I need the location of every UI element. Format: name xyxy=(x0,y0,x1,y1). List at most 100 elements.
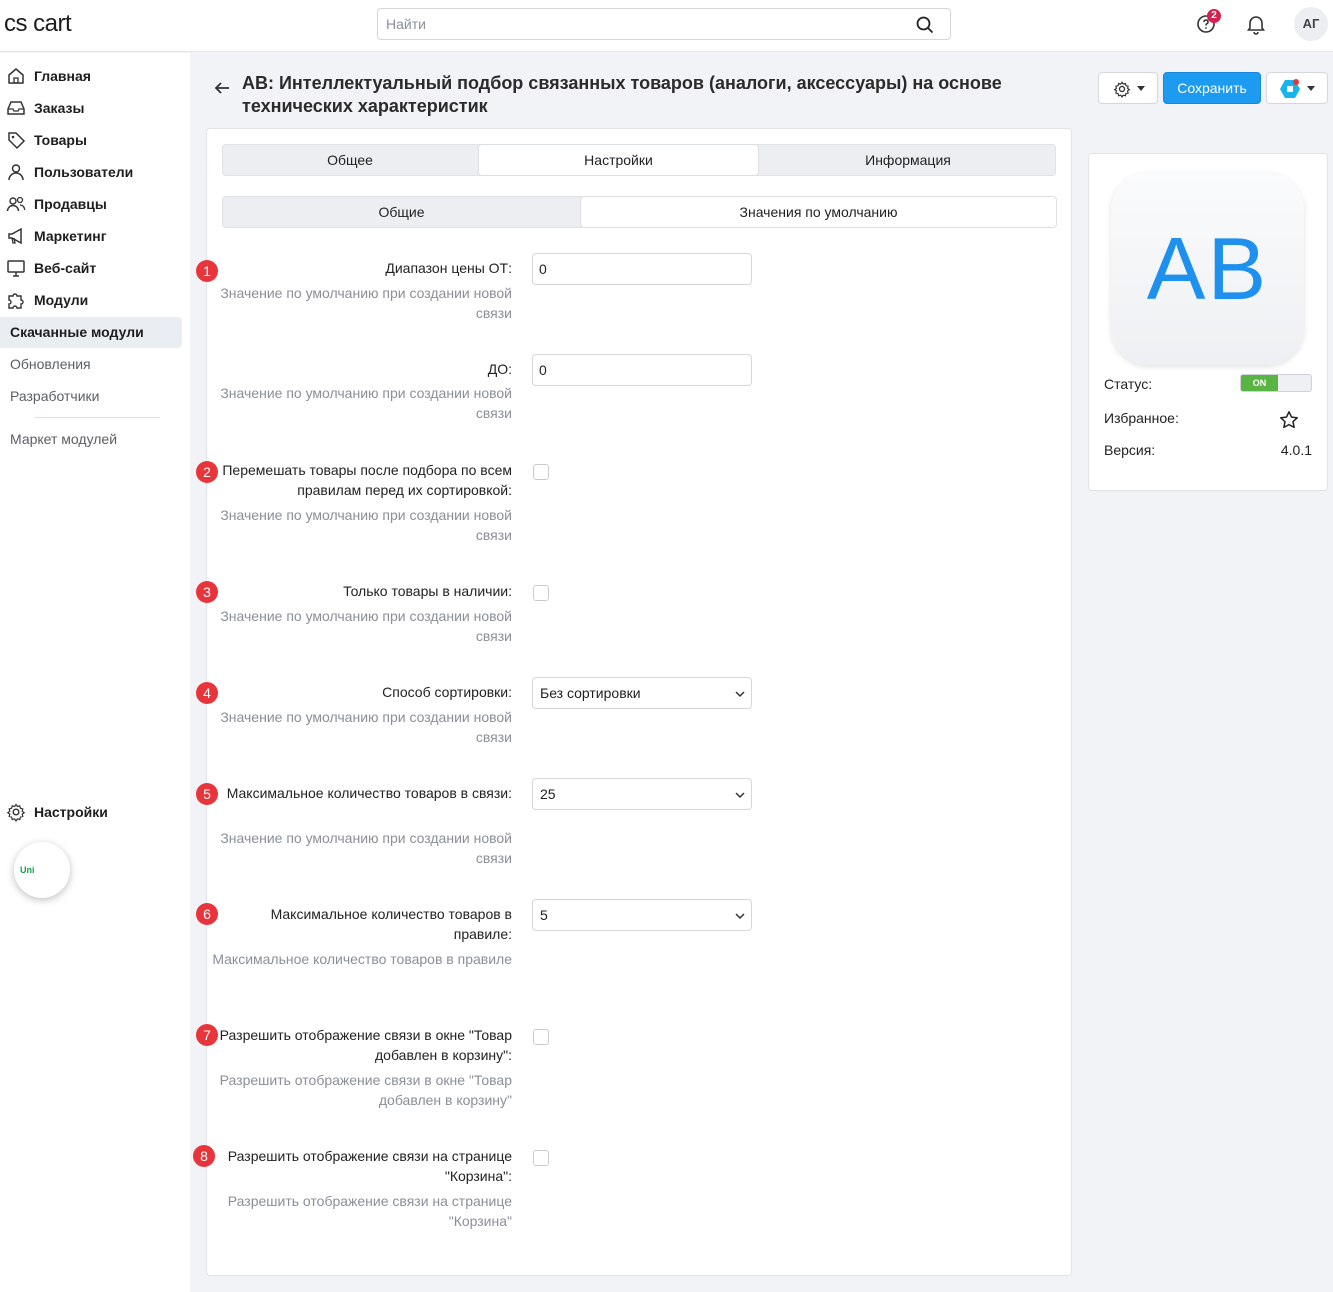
setting-label: Максимальное количество товаров в правил… xyxy=(270,906,512,942)
sidebar-item-label: Настройки xyxy=(34,804,108,820)
in-stock-only-checkbox[interactable] xyxy=(533,585,549,601)
inbox-icon xyxy=(7,101,25,115)
sidebar-item-label: Пользователи xyxy=(34,164,134,180)
sidebar-item-label: Заказы xyxy=(34,100,85,116)
tab-general[interactable]: Общее xyxy=(223,145,477,175)
tab-information[interactable]: Информация xyxy=(759,145,1057,175)
setting-label: Способ сортировки: xyxy=(382,684,512,700)
sidebar-item-users[interactable]: Пользователи xyxy=(6,158,133,186)
addon-logo: AB xyxy=(1111,172,1304,365)
page-title: АВ: Интеллектуальный подбор связанных то… xyxy=(242,73,1002,116)
search-input[interactable] xyxy=(378,9,898,39)
search-box[interactable] xyxy=(377,8,951,40)
gear-icon xyxy=(1113,81,1131,98)
sidebar-item-label: Товары xyxy=(34,132,87,148)
price-from-input[interactable] xyxy=(532,253,752,285)
sidebar-subitem-developers[interactable]: Разработчики xyxy=(10,388,99,404)
tag-icon xyxy=(8,132,26,150)
setting-hint: Значение по умолчанию при создании новой… xyxy=(220,285,512,321)
setting-label: Разрешить отображение связи в окне "Това… xyxy=(219,1027,512,1063)
megaphone-icon xyxy=(8,227,22,245)
settings-dropdown-button[interactable] xyxy=(1098,72,1158,104)
status-label: Статус: xyxy=(1104,376,1153,392)
show-on-cart-page-checkbox[interactable] xyxy=(533,1150,549,1166)
setting-label: Только товары в наличии: xyxy=(343,583,512,599)
sidebar-item-label: Главная xyxy=(34,68,91,84)
sidebar: Главная Заказы Товары Пользователи Прода… xyxy=(0,53,190,1292)
setting-label: Максимальное количество товаров в связи: xyxy=(226,785,512,801)
sub-tabs: Общие Значения по умолчанию xyxy=(222,196,1057,228)
sidebar-item-vendors[interactable]: Продавцы xyxy=(6,190,107,218)
sidebar-item-label: Веб-сайт xyxy=(34,260,97,276)
sidebar-item-settings[interactable]: Настройки xyxy=(6,798,108,826)
sidebar-divider xyxy=(34,417,160,418)
version-label: Версия: xyxy=(1104,442,1156,458)
setting-hint: Значение по умолчанию при создании новой… xyxy=(220,709,512,745)
users-icon xyxy=(6,196,26,212)
save-button[interactable]: Сохранить xyxy=(1163,72,1261,104)
top-bar: cs cart 2 АГ xyxy=(0,0,1333,52)
sidebar-item-home[interactable]: Главная xyxy=(6,62,91,90)
setting-label: ДО: xyxy=(487,361,512,377)
setting-hint: Значение по умолчанию при создании новой… xyxy=(220,608,512,644)
avatar[interactable]: АГ xyxy=(1294,7,1328,41)
hexagon-logo-icon xyxy=(1280,79,1300,98)
monitor-icon xyxy=(7,260,25,277)
sidebar-subitem-marketplace[interactable]: Маркет модулей xyxy=(10,431,117,447)
caret-down-icon xyxy=(1137,86,1145,91)
select-value: 5 xyxy=(540,907,548,923)
version-value: 4.0.1 xyxy=(1280,442,1312,458)
status-toggle-on: ON xyxy=(1241,375,1278,391)
search-icon[interactable] xyxy=(916,16,934,34)
setting-hint: Максимальное количество товаров в правил… xyxy=(212,951,512,967)
setting-hint: Значение по умолчанию при создании новой… xyxy=(220,830,512,866)
bell-icon[interactable] xyxy=(1244,12,1268,36)
sort-method-select[interactable]: Без сортировки xyxy=(532,677,752,709)
show-in-added-to-cart-checkbox[interactable] xyxy=(533,1029,549,1045)
home-icon xyxy=(8,68,24,84)
addon-menu-button[interactable] xyxy=(1266,72,1328,104)
chevron-down-icon xyxy=(735,691,745,698)
sidebar-item-orders[interactable]: Заказы xyxy=(6,94,84,122)
sidebar-subitem-downloaded-addons[interactable]: Скачанные модули xyxy=(0,317,182,348)
logo[interactable]: cs cart xyxy=(4,10,72,38)
setting-label: Разрешить отображение связи на странице … xyxy=(227,1148,512,1184)
setting-hint: Разрешить отображение связи на странице … xyxy=(227,1193,512,1229)
chevron-down-icon xyxy=(735,792,745,799)
sidebar-item-label: Продавцы xyxy=(34,196,107,212)
main-tabs: Общее Настройки Информация xyxy=(222,144,1056,176)
star-icon[interactable] xyxy=(1279,410,1299,430)
sidebar-item-label: Модули xyxy=(34,292,89,308)
back-arrow-icon[interactable] xyxy=(212,78,232,98)
select-value: Без сортировки xyxy=(540,685,641,701)
setting-label: Диапазон цены ОТ: xyxy=(385,260,512,276)
notification-badge: 2 xyxy=(1207,9,1221,23)
sidebar-subitem-label: Скачанные модули xyxy=(10,324,144,340)
select-value: 25 xyxy=(540,786,556,802)
price-to-input[interactable] xyxy=(532,354,752,386)
max-products-in-link-select[interactable]: 25 xyxy=(532,778,752,810)
chevron-down-icon xyxy=(735,913,745,920)
setting-hint: Значение по умолчанию при создании новой… xyxy=(220,507,512,543)
status-toggle[interactable]: ON xyxy=(1240,374,1312,392)
sidebar-item-addons[interactable]: Модули xyxy=(6,286,88,314)
sidebar-item-marketing[interactable]: Маркетинг xyxy=(6,222,107,250)
tab-settings[interactable]: Настройки xyxy=(478,144,759,176)
setting-hint: Значение по умолчанию при создании новой… xyxy=(220,385,512,421)
max-products-in-rule-select[interactable]: 5 xyxy=(532,899,752,931)
sidebar-item-products[interactable]: Товары xyxy=(6,126,87,154)
caret-down-icon xyxy=(1307,86,1315,91)
setting-label: Перемешать товары после подбора по всем … xyxy=(222,462,512,498)
favorite-label: Избранное: xyxy=(1104,410,1179,426)
sidebar-item-label: Маркетинг xyxy=(34,228,107,244)
sidebar-item-website[interactable]: Веб-сайт xyxy=(6,254,96,282)
uni-widget-button[interactable]: Uni xyxy=(14,842,70,898)
subtab-defaults[interactable]: Значения по умолчанию xyxy=(580,196,1057,228)
gear-icon xyxy=(6,803,26,822)
sidebar-subitem-updates[interactable]: Обновления xyxy=(10,356,91,372)
puzzle-icon xyxy=(8,293,24,309)
setting-hint: Разрешить отображение связи в окне "Това… xyxy=(219,1072,512,1108)
user-icon xyxy=(8,164,24,181)
shuffle-products-checkbox[interactable] xyxy=(533,464,549,480)
subtab-general[interactable]: Общие xyxy=(223,197,580,227)
